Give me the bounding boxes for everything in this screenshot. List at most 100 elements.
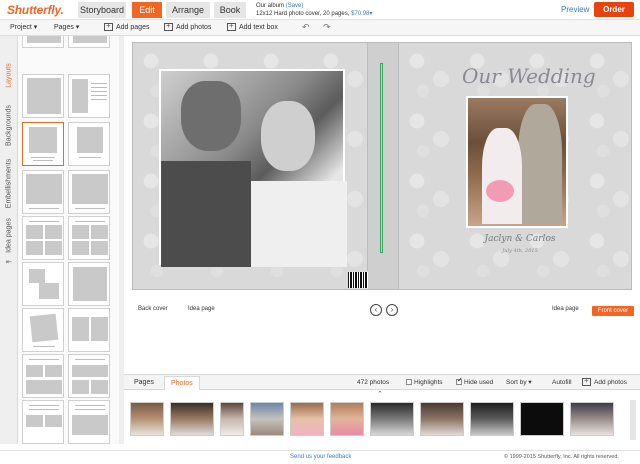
add-photos-icon bbox=[164, 21, 173, 32]
photo-tray-bar: Pages Photos 472 photos Highlights Hide … bbox=[124, 374, 640, 390]
tab-photos[interactable]: Photos bbox=[164, 376, 200, 390]
sort-by-menu[interactable]: Sort by ▾ bbox=[506, 378, 532, 388]
tab-arrange[interactable]: Arrange bbox=[166, 2, 210, 18]
album-name: Our album bbox=[256, 3, 285, 9]
add-photos-tray-button[interactable]: Add photos bbox=[582, 376, 627, 388]
spine[interactable] bbox=[368, 42, 398, 290]
layout-thumb[interactable] bbox=[68, 170, 110, 214]
layout-thumb[interactable] bbox=[22, 308, 64, 352]
tray-photo[interactable] bbox=[130, 402, 164, 436]
layout-thumb[interactable] bbox=[68, 74, 110, 118]
undo-icon[interactable]: ↶ bbox=[302, 22, 310, 33]
tab-storyboard[interactable]: Storyboard bbox=[78, 2, 126, 18]
layout-thumb[interactable] bbox=[22, 170, 64, 214]
autofill-button[interactable]: Autofill bbox=[552, 378, 572, 388]
back-cover-label[interactable]: Back cover bbox=[138, 306, 168, 312]
toolbar: Project ▾ Pages ▾ Add pages Add photos A… bbox=[0, 20, 640, 36]
collapse-tray-icon[interactable]: ⌃ bbox=[377, 390, 383, 398]
tray-photo[interactable] bbox=[330, 402, 364, 436]
hide-used-checkbox[interactable] bbox=[456, 376, 463, 386]
tray-photo[interactable] bbox=[370, 402, 414, 436]
save-link[interactable]: (Save) bbox=[286, 3, 304, 9]
layout-thumb[interactable] bbox=[68, 36, 110, 48]
collapse-panel-icon[interactable]: ⇤ bbox=[6, 258, 12, 266]
add-text-box-icon bbox=[227, 21, 236, 32]
layout-thumb[interactable] bbox=[68, 262, 110, 306]
tray-photo[interactable] bbox=[250, 402, 284, 436]
idea-page-left-link[interactable]: Idea page bbox=[188, 306, 215, 312]
idea-page-right-link[interactable]: Idea page bbox=[552, 306, 579, 312]
tray-photo[interactable] bbox=[220, 402, 244, 436]
layout-thumb[interactable] bbox=[22, 216, 64, 260]
page-labels: Back cover Idea page ‹ › Idea page Front… bbox=[124, 302, 640, 322]
order-button[interactable]: Order bbox=[594, 2, 634, 17]
tray-photo[interactable] bbox=[170, 402, 214, 436]
back-cover[interactable] bbox=[132, 42, 373, 290]
app-window: Shutterfly. Storyboard Edit Arrange Book… bbox=[0, 0, 640, 464]
layout-thumb[interactable] bbox=[22, 74, 64, 118]
add-pages-icon bbox=[104, 21, 113, 32]
add-text-box-label: Add text box bbox=[239, 24, 278, 31]
layout-thumb[interactable] bbox=[68, 216, 110, 260]
tab-edit[interactable]: Edit bbox=[132, 2, 162, 18]
feedback-link[interactable]: Send us your feedback bbox=[290, 454, 351, 460]
add-photos-tray-label: Add photos bbox=[594, 379, 627, 386]
tray-photo[interactable] bbox=[570, 402, 614, 436]
tray-photo[interactable] bbox=[470, 402, 514, 436]
redo-icon[interactable]: ↷ bbox=[323, 22, 331, 33]
layout-thumb[interactable] bbox=[22, 354, 64, 398]
footer: Send us your feedback © 1999-2015 Shutte… bbox=[0, 450, 640, 464]
layout-thumb-selected[interactable] bbox=[22, 122, 64, 166]
layout-thumb[interactable] bbox=[68, 122, 110, 166]
tray-photo[interactable] bbox=[420, 402, 464, 436]
tray-scrollbar[interactable] bbox=[630, 400, 636, 440]
layout-thumb[interactable] bbox=[68, 354, 110, 398]
layout-thumb[interactable] bbox=[22, 36, 64, 48]
tab-embellishments-label: Embellishments bbox=[5, 158, 13, 209]
tab-backgrounds[interactable]: Backgrounds bbox=[0, 102, 18, 152]
album-price[interactable]: $70.98 bbox=[351, 11, 369, 17]
shutterfly-logo[interactable]: Shutterfly. bbox=[7, 3, 64, 17]
front-cover-label[interactable]: Front cover bbox=[592, 306, 634, 316]
layout-thumb[interactable] bbox=[22, 262, 64, 306]
prev-page-icon[interactable]: ‹ bbox=[370, 304, 382, 316]
pages-menu[interactable]: Pages ▾ bbox=[54, 23, 79, 33]
add-photos-button[interactable]: Add photos bbox=[164, 21, 212, 33]
top-header: Shutterfly. Storyboard Edit Arrange Book… bbox=[0, 0, 640, 20]
cover-names[interactable]: Jaclyn & Carlos bbox=[480, 234, 560, 244]
cover-date[interactable]: July 4th, 2015 bbox=[480, 248, 560, 254]
tray-photo[interactable] bbox=[520, 402, 564, 436]
cover-title[interactable]: Our Wedding bbox=[462, 64, 596, 88]
price-caret-icon[interactable]: ▾ bbox=[369, 11, 372, 17]
add-pages-button[interactable]: Add pages bbox=[104, 21, 149, 33]
layout-thumb[interactable] bbox=[68, 400, 110, 444]
cover-spread: Our Wedding Jaclyn & Carlos July 4th, 20… bbox=[132, 42, 632, 290]
tab-layouts[interactable]: Layouts bbox=[0, 52, 18, 98]
spine-text-box[interactable] bbox=[380, 63, 383, 253]
preview-link[interactable]: Preview bbox=[561, 5, 589, 14]
tab-idea-pages[interactable]: Idea pages bbox=[0, 218, 18, 258]
front-cover-photo[interactable] bbox=[466, 96, 568, 228]
hide-used-label: Hide used bbox=[464, 379, 494, 386]
album-info: Our album (Save) 12x12 Hard photo cover,… bbox=[256, 2, 372, 18]
copyright: © 1999-2015 Shutterfly, Inc. All rights … bbox=[504, 454, 619, 460]
photo-tray: ⌃ bbox=[124, 390, 640, 444]
next-page-icon[interactable]: › bbox=[386, 304, 398, 316]
tray-photo[interactable] bbox=[290, 402, 324, 436]
tab-pages[interactable]: Pages bbox=[128, 376, 160, 390]
add-photos-label: Add photos bbox=[176, 24, 212, 31]
highlights-checkbox[interactable] bbox=[406, 379, 412, 386]
tab-backgrounds-label: Backgrounds bbox=[5, 105, 13, 146]
back-cover-photo[interactable] bbox=[159, 69, 347, 267]
photo-count: 472 photos bbox=[357, 379, 390, 386]
hide-used-toggle[interactable]: Hide used bbox=[456, 376, 494, 388]
layouts-panel bbox=[18, 36, 124, 444]
layout-thumb[interactable] bbox=[22, 400, 64, 444]
highlights-toggle[interactable]: Highlights bbox=[406, 378, 443, 388]
tab-book[interactable]: Book bbox=[214, 2, 246, 18]
add-text-box-button[interactable]: Add text box bbox=[227, 21, 278, 33]
layout-thumb[interactable] bbox=[68, 308, 110, 352]
highlights-label: Highlights bbox=[414, 379, 443, 386]
side-tabs: Layouts Backgrounds Embellishments Idea … bbox=[0, 36, 18, 444]
project-menu[interactable]: Project ▾ bbox=[10, 23, 37, 33]
